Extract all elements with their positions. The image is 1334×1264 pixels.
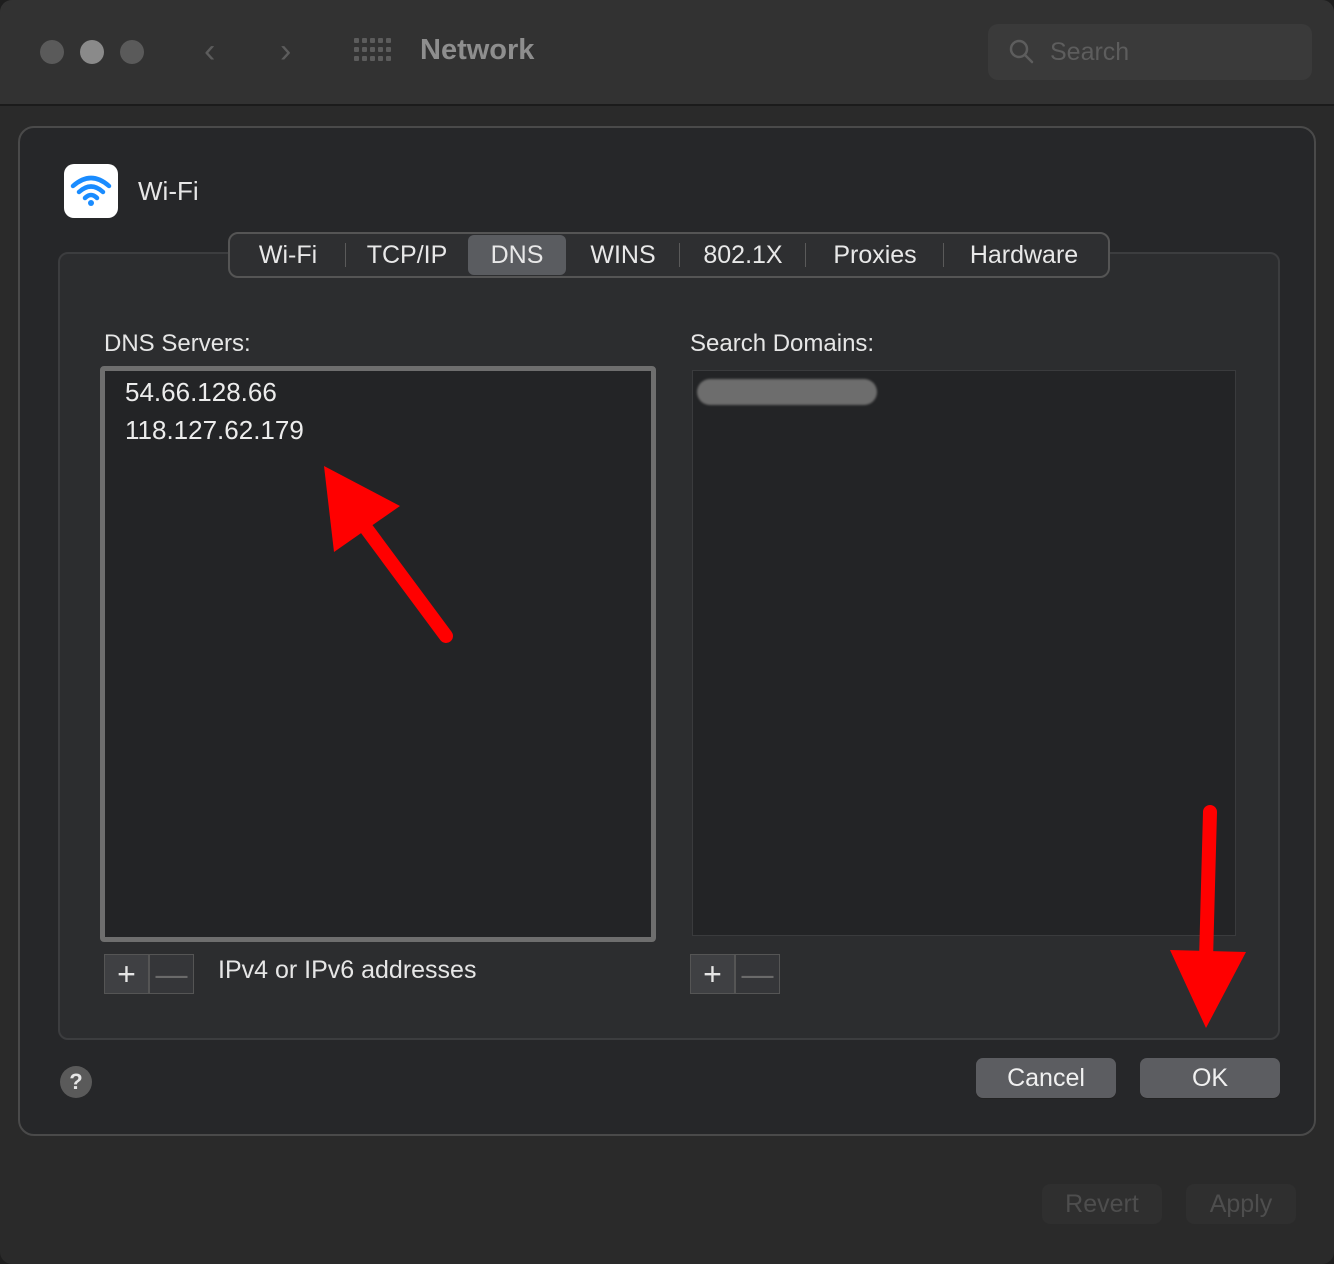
tab-proxies[interactable]: Proxies <box>806 235 944 275</box>
remove-dns-server-button[interactable]: — <box>149 954 194 994</box>
add-dns-server-button[interactable]: + <box>104 954 149 994</box>
add-search-domain-button[interactable]: + <box>690 954 735 994</box>
advanced-settings-sheet: Wi-Fi Wi-Fi TCP/IP DNS WINS 802.1X Proxi… <box>18 126 1316 1136</box>
tab-dns[interactable]: DNS <box>468 235 566 275</box>
close-window-button[interactable] <box>40 40 64 64</box>
search-domains-list[interactable] <box>692 370 1236 936</box>
remove-search-domain-button[interactable]: — <box>735 954 780 994</box>
tab-8021x[interactable]: 802.1X <box>680 235 806 275</box>
title-bar: ‹ › Network Search <box>0 0 1334 106</box>
search-field[interactable]: Search <box>988 24 1312 80</box>
show-all-grid-icon[interactable] <box>354 38 391 66</box>
tab-wins[interactable]: WINS <box>566 235 680 275</box>
cancel-button[interactable]: Cancel <box>976 1058 1116 1098</box>
chevron-left-icon[interactable]: ‹ <box>204 34 215 68</box>
minimize-window-button[interactable] <box>80 40 104 64</box>
help-button[interactable]: ? <box>60 1066 92 1098</box>
tab-bar: Wi-Fi TCP/IP DNS WINS 802.1X Proxies Har… <box>228 232 1110 278</box>
dns-server-entry[interactable]: 118.127.62.179 <box>125 415 304 446</box>
search-icon <box>1009 39 1034 64</box>
apply-button[interactable]: Apply <box>1186 1184 1296 1224</box>
tab-hardware[interactable]: Hardware <box>944 235 1104 275</box>
wifi-icon <box>64 164 118 218</box>
ok-button[interactable]: OK <box>1140 1058 1280 1098</box>
dns-servers-list[interactable]: 54.66.128.66 118.127.62.179 <box>100 366 656 942</box>
redacted-domain-entry <box>697 379 877 405</box>
dns-server-entry[interactable]: 54.66.128.66 <box>125 377 277 408</box>
revert-button[interactable]: Revert <box>1042 1184 1162 1224</box>
search-placeholder: Search <box>1050 38 1130 66</box>
tab-tcpip[interactable]: TCP/IP <box>346 235 468 275</box>
search-domains-label: Search Domains: <box>690 330 875 357</box>
chevron-right-icon[interactable]: › <box>280 34 291 68</box>
tab-wifi[interactable]: Wi-Fi <box>230 235 346 275</box>
zoom-window-button[interactable] <box>120 40 144 64</box>
dns-servers-label: DNS Servers: <box>104 330 251 357</box>
window-title: Network <box>420 34 535 66</box>
search-domains-add-remove: + — <box>690 954 780 994</box>
dns-hint-text: IPv4 or IPv6 addresses <box>218 956 477 984</box>
interface-name: Wi-Fi <box>138 176 199 206</box>
dns-servers-add-remove: + — <box>104 954 194 994</box>
network-preferences-window: ‹ › Network Search Wi-Fi Wi-Fi TCP/IP DN… <box>0 0 1334 1264</box>
